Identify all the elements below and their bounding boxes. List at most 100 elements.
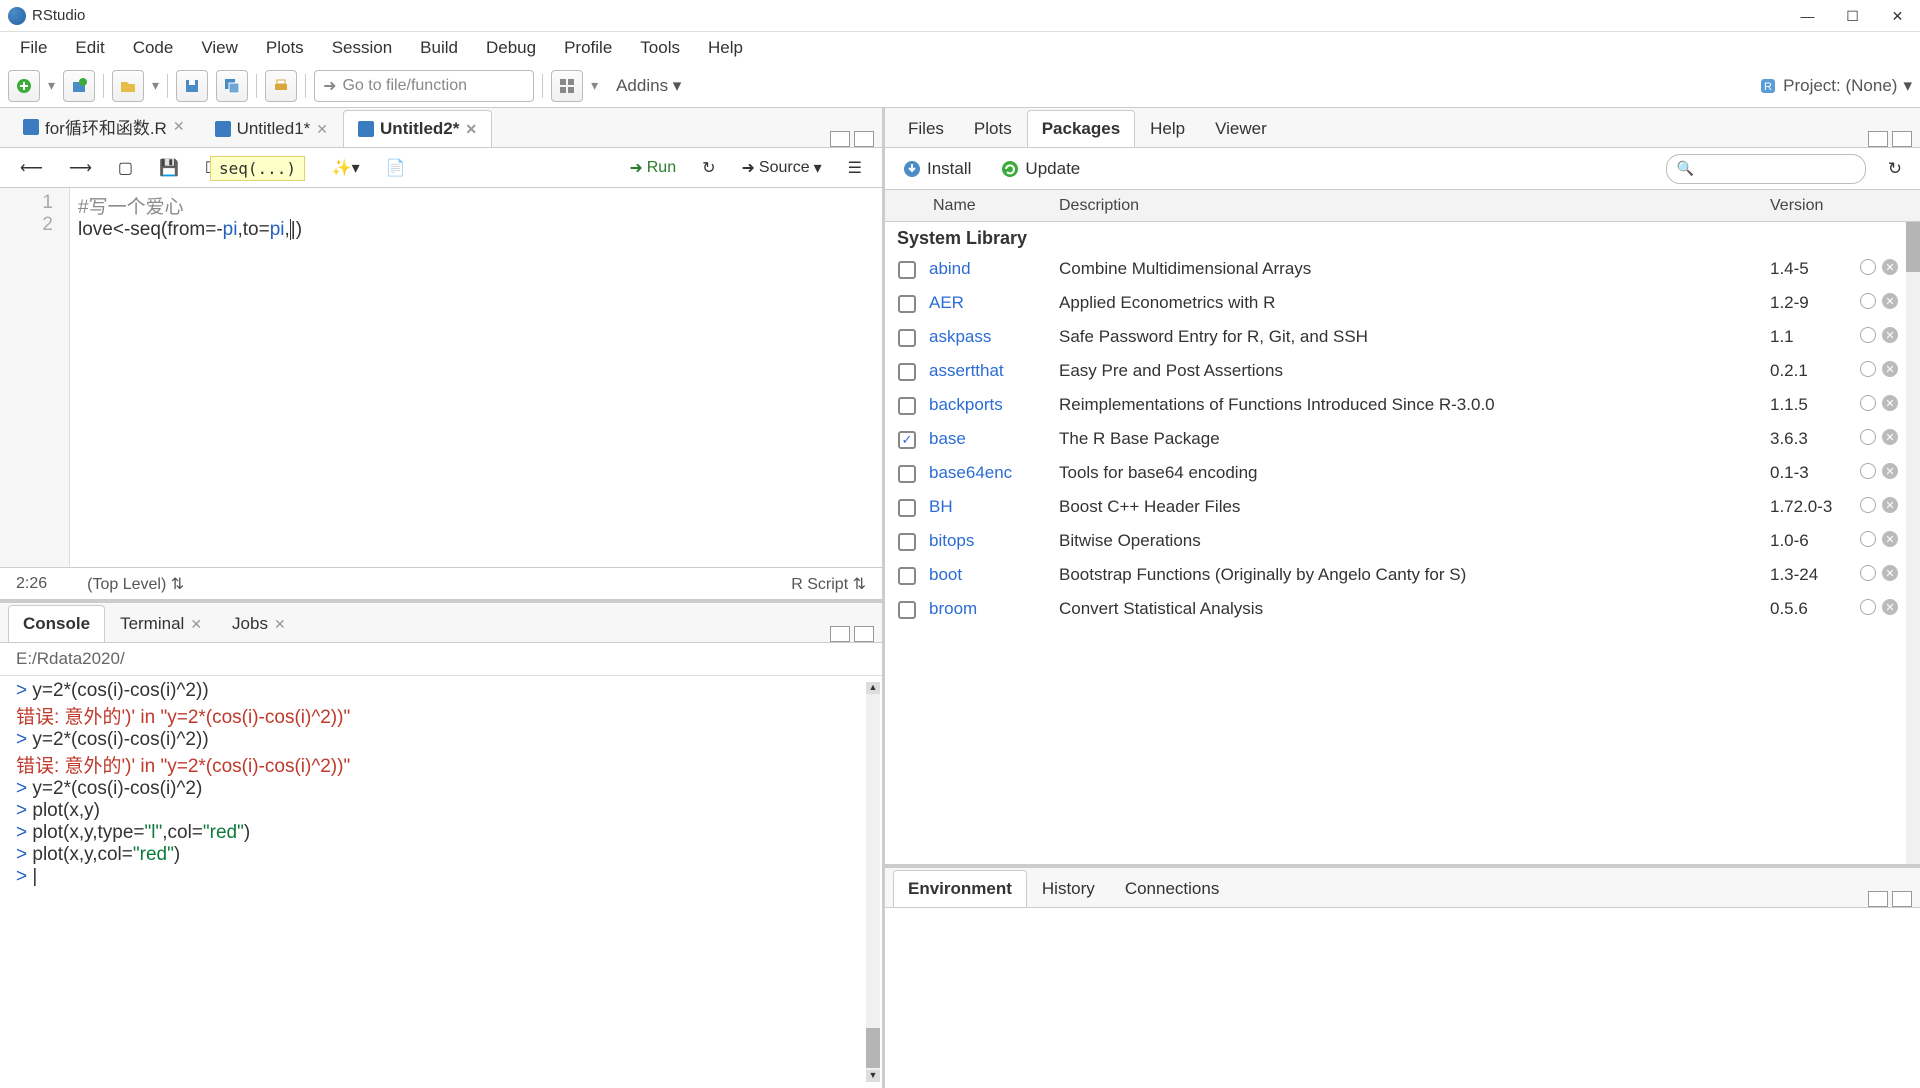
packages-scrollbar[interactable]: [1906, 222, 1920, 864]
package-search-input[interactable]: 🔍: [1666, 154, 1866, 184]
package-checkbox[interactable]: [898, 397, 916, 415]
tab-environment[interactable]: Environment: [893, 870, 1027, 907]
menu-code[interactable]: Code: [121, 34, 186, 62]
web-icon[interactable]: [1860, 395, 1876, 411]
web-icon[interactable]: [1860, 463, 1876, 479]
col-version[interactable]: Version: [1770, 197, 1860, 215]
remove-icon[interactable]: ✕: [1882, 293, 1898, 309]
package-name-link[interactable]: broom: [929, 599, 1059, 619]
menu-help[interactable]: Help: [696, 34, 755, 62]
package-name-link[interactable]: BH: [929, 497, 1059, 517]
package-name-link[interactable]: base64enc: [929, 463, 1059, 483]
web-icon[interactable]: [1860, 599, 1876, 615]
save-button[interactable]: 💾: [151, 154, 187, 182]
close-button[interactable]: ✕: [1875, 0, 1920, 32]
close-icon[interactable]: ✕: [190, 616, 202, 633]
remove-icon[interactable]: ✕: [1882, 599, 1898, 615]
menu-file[interactable]: File: [8, 34, 59, 62]
close-icon[interactable]: ✕: [465, 121, 477, 138]
new-file-button[interactable]: [8, 70, 40, 102]
menu-profile[interactable]: Profile: [552, 34, 624, 62]
menu-view[interactable]: View: [189, 34, 250, 62]
package-checkbox[interactable]: [898, 499, 916, 517]
package-name-link[interactable]: base: [929, 429, 1059, 449]
run-button[interactable]: ➜ Run: [621, 154, 684, 182]
package-checkbox[interactable]: [898, 261, 916, 279]
package-checkbox[interactable]: [898, 533, 916, 551]
new-project-button[interactable]: [63, 70, 95, 102]
package-checkbox[interactable]: [898, 329, 916, 347]
scope-selector[interactable]: (Top Level) ⇅: [47, 574, 791, 594]
install-button[interactable]: Install: [895, 155, 979, 183]
remove-icon[interactable]: ✕: [1882, 259, 1898, 275]
scroll-thumb[interactable]: [1906, 222, 1920, 272]
close-icon[interactable]: ✕: [173, 118, 185, 135]
re-run-button[interactable]: ↻: [694, 154, 723, 182]
menu-session[interactable]: Session: [320, 34, 404, 62]
save-button[interactable]: [176, 70, 208, 102]
save-all-button[interactable]: [216, 70, 248, 102]
col-name[interactable]: Name: [929, 197, 1059, 215]
remove-icon[interactable]: ✕: [1882, 531, 1898, 547]
remove-icon[interactable]: ✕: [1882, 327, 1898, 343]
close-icon[interactable]: ✕: [316, 121, 328, 138]
tab-plots[interactable]: Plots: [959, 110, 1027, 147]
tab-console[interactable]: Console: [8, 605, 105, 642]
web-icon[interactable]: [1860, 531, 1876, 547]
tab-files[interactable]: Files: [893, 110, 959, 147]
forward-button[interactable]: ⟶: [61, 154, 100, 182]
maximize-pane-button[interactable]: [854, 131, 874, 147]
menu-plots[interactable]: Plots: [254, 34, 316, 62]
minimize-button[interactable]: ―: [1785, 0, 1830, 32]
web-icon[interactable]: [1860, 429, 1876, 445]
code-tools-button[interactable]: ✨▾: [324, 154, 368, 182]
package-checkbox[interactable]: [898, 567, 916, 585]
scroll-up-icon[interactable]: ▲: [866, 682, 880, 694]
console-working-dir[interactable]: E:/Rdata2020/: [0, 643, 882, 676]
minimize-pane-button[interactable]: [1868, 891, 1888, 907]
remove-icon[interactable]: ✕: [1882, 361, 1898, 377]
project-selector[interactable]: R Project: (None) ▾: [1759, 76, 1912, 96]
print-button[interactable]: [265, 70, 297, 102]
addins-menu[interactable]: Addins ▾: [606, 72, 691, 100]
source-tab-1[interactable]: Untitled1*✕: [200, 110, 343, 147]
console-scrollbar[interactable]: ▲ ▼: [866, 682, 880, 1082]
close-icon[interactable]: ✕: [274, 616, 286, 633]
package-name-link[interactable]: askpass: [929, 327, 1059, 347]
package-checkbox[interactable]: ✓: [898, 431, 916, 449]
source-tab-2[interactable]: Untitled2*✕: [343, 110, 492, 147]
maximize-pane-button[interactable]: [1892, 131, 1912, 147]
packages-list[interactable]: System Library abindCombine Multidimensi…: [885, 222, 1920, 864]
open-file-button[interactable]: [112, 70, 144, 102]
remove-icon[interactable]: ✕: [1882, 565, 1898, 581]
goto-file-function-input[interactable]: ➜ Go to file/function: [314, 70, 534, 102]
remove-icon[interactable]: ✕: [1882, 497, 1898, 513]
menu-edit[interactable]: Edit: [63, 34, 116, 62]
package-checkbox[interactable]: [898, 363, 916, 381]
web-icon[interactable]: [1860, 565, 1876, 581]
package-name-link[interactable]: AER: [929, 293, 1059, 313]
package-name-link[interactable]: bitops: [929, 531, 1059, 551]
web-icon[interactable]: [1860, 497, 1876, 513]
minimize-pane-button[interactable]: [830, 131, 850, 147]
package-name-link[interactable]: backports: [929, 395, 1059, 415]
menu-debug[interactable]: Debug: [474, 34, 548, 62]
tab-packages[interactable]: Packages: [1027, 110, 1135, 147]
package-checkbox[interactable]: [898, 295, 916, 313]
remove-icon[interactable]: ✕: [1882, 429, 1898, 445]
source-tab-0[interactable]: for循环和函数.R✕: [8, 105, 200, 147]
update-button[interactable]: Update: [993, 155, 1088, 183]
minimize-pane-button[interactable]: [830, 626, 850, 642]
compile-report-button[interactable]: 📄: [378, 154, 414, 182]
language-selector[interactable]: R Script ⇅: [791, 574, 866, 594]
console-output[interactable]: > y=2*(cos(i)-cos(i)^2)) 错误: 意外的')' in "…: [0, 676, 882, 1088]
menu-tools[interactable]: Tools: [628, 34, 692, 62]
web-icon[interactable]: [1860, 293, 1876, 309]
web-icon[interactable]: [1860, 327, 1876, 343]
web-icon[interactable]: [1860, 361, 1876, 377]
package-checkbox[interactable]: [898, 465, 916, 483]
scroll-down-icon[interactable]: ▼: [866, 1070, 880, 1082]
remove-icon[interactable]: ✕: [1882, 395, 1898, 411]
scroll-thumb[interactable]: [866, 1028, 880, 1068]
web-icon[interactable]: [1860, 259, 1876, 275]
